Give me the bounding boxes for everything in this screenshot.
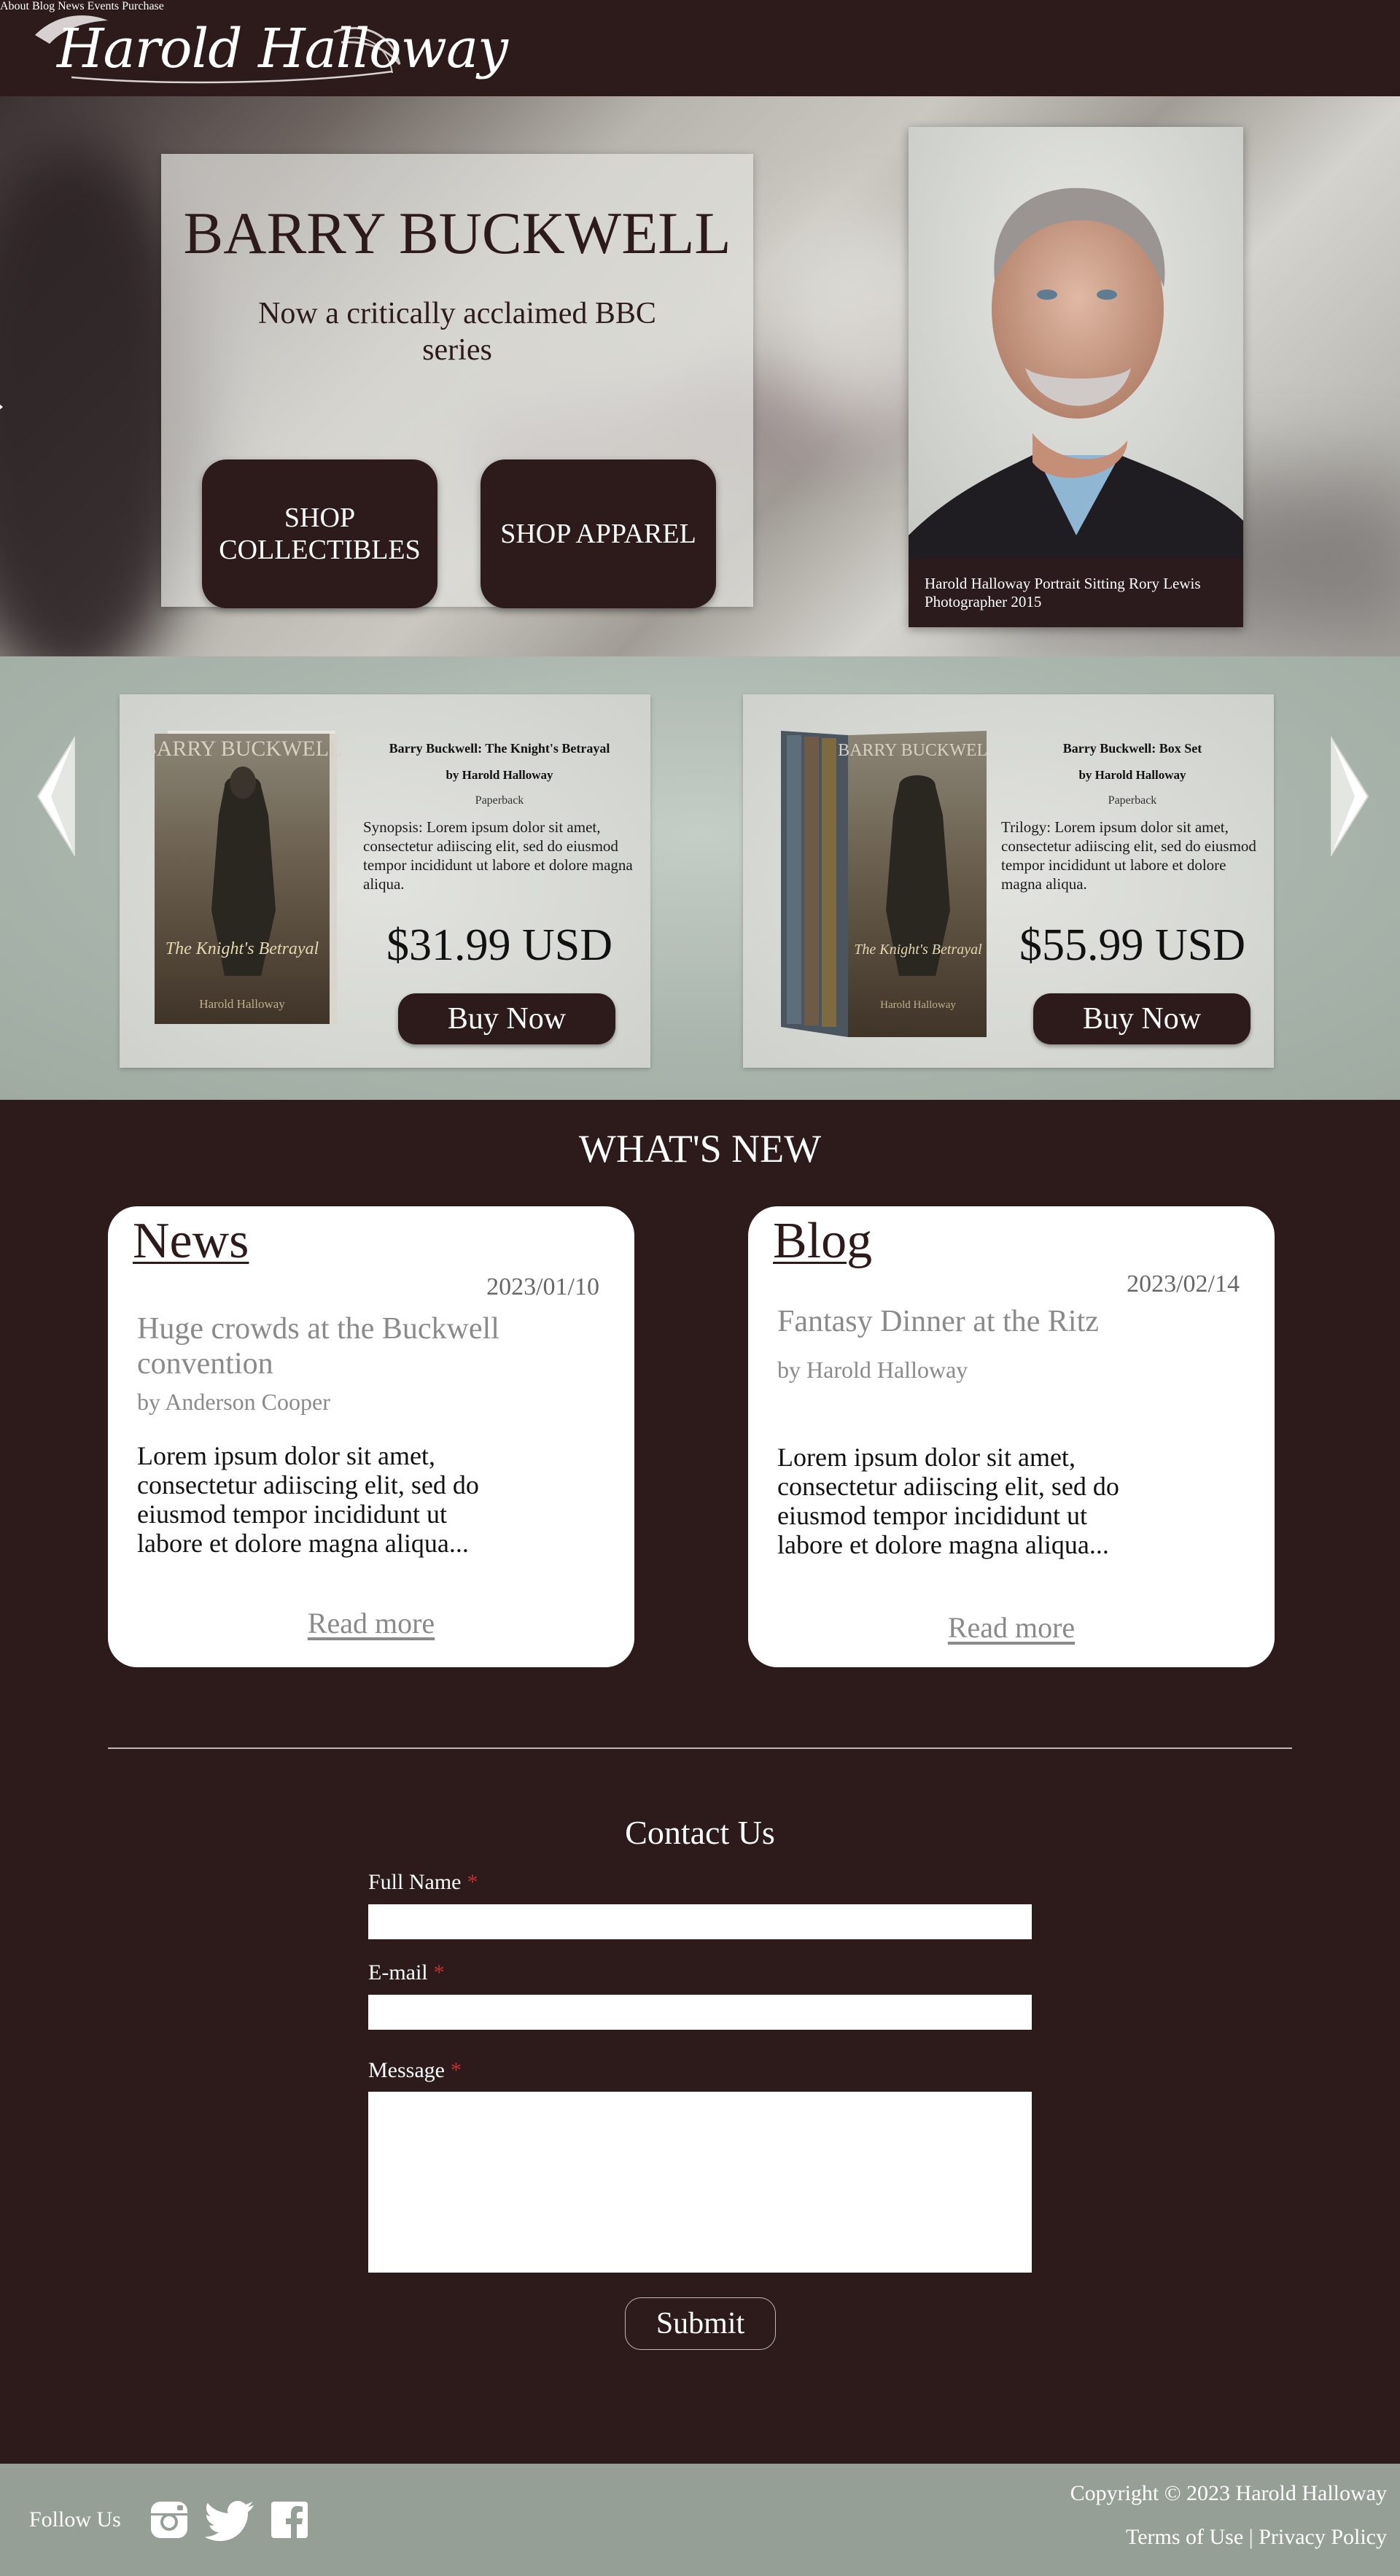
book-title: Barry Buckwell: Box Set [1062,741,1202,756]
full-name-field[interactable] [368,1904,1032,1939]
news-date: 2023/01/10 [486,1273,599,1300]
chevron-right-icon[interactable] [1329,737,1369,856]
footer-separator: | [1248,2525,1253,2549]
hero-title: BARRY BUCKWELL [183,200,731,266]
author-portrait: Harold Halloway Portrait Sitting Rory Le… [909,127,1243,627]
email-field[interactable] [368,1995,1032,2030]
chevron-left-icon[interactable] [36,737,77,856]
hero-banner: BARRY BUCKWELL Now a critically acclaime… [0,96,1400,656]
book-card: BARRY BUCKWELL The Knight's Betrayal Har… [743,694,1274,1068]
copyright-text: Copyright © 2023 Harold Halloway [1070,2481,1387,2505]
site-logo[interactable]: Harold Halloway [28,6,508,92]
section-divider [108,1747,1292,1749]
hero-subtitle: Now a critically acclaimed BBC series [258,297,656,367]
shop-collectibles-button[interactable]: SHOP COLLECTIBLES [202,459,438,608]
submit-button[interactable]: Submit [625,2297,776,2350]
news-headline[interactable]: Huge crowds at the Buckwell convention [137,1311,575,1381]
follow-us-label: Follow Us [29,2507,121,2532]
read-more-link[interactable]: Read more [108,1606,634,1640]
hero-promo-card: BARRY BUCKWELL Now a critically acclaime… [161,154,753,608]
contact-heading: Contact Us [625,1814,775,1851]
book-cover-image[interactable]: BARRY BUCKWELL The Knight's Betrayal Har… [775,728,987,1040]
facebook-icon[interactable] [270,2500,309,2540]
cover-author: Harold Halloway [880,999,956,1011]
book-format: Paperback [1108,794,1157,807]
cover-title: BARRY BUCKWELL [838,741,987,760]
book-title: Barry Buckwell: The Knight's Betrayal [389,741,610,756]
portrait-photo [909,127,1243,627]
site-footer: Follow Us Copyright © 2023 Harold Hallow… [0,2464,1400,2576]
footer-links: Terms of Use | Privacy Policy [1126,2525,1387,2550]
blog-byline: by Harold Halloway [777,1357,968,1383]
blog-link[interactable]: Blog [773,1212,872,1270]
required-marker: * [450,2058,462,2082]
required-marker: * [433,1960,445,1985]
cover-subtitle: The Knight's Betrayal [166,939,319,958]
portrait-caption: Harold Halloway Portrait Sitting Rory Le… [909,559,1243,627]
blog-excerpt: Lorem ipsum dolor sit amet, consectetur … [777,1443,1119,1559]
logo-text: Harold Halloway [57,18,508,80]
book-card: BARRY BUCKWELL The Knight's Betrayal Har… [120,694,650,1068]
terms-of-use-link[interactable]: Terms of Use [1126,2525,1243,2549]
chevron-right-icon[interactable] [0,400,4,414]
contact-section: Contact Us Full Name * E-mail * Message * S… [0,1734,1400,2464]
full-name-label: Full Name * [368,1870,478,1894]
shop-apparel-button[interactable]: SHOP APPAREL [481,459,716,608]
book-format: Paperback [475,794,524,807]
privacy-policy-link[interactable]: Privacy Policy [1259,2525,1387,2549]
blog-card: Blog 2023/02/14 Fantasy Dinner at the Ri… [748,1206,1275,1667]
book-author: by Harold Halloway [446,768,553,782]
news-byline: by Anderson Cooper [137,1389,330,1415]
message-field[interactable] [368,2092,1032,2273]
news-excerpt: Lorem ipsum dolor sit amet, consectetur … [137,1441,479,1558]
buy-now-button[interactable]: Buy Now [398,993,615,1044]
site-header: Harold Halloway About Blog News Events P… [0,0,1400,96]
read-more-link[interactable]: Read more [748,1610,1275,1645]
book-cover-image[interactable]: BARRY BUCKWELL The Knight's Betrayal Har… [152,728,356,1037]
required-marker: * [467,1870,478,1894]
news-card: News 2023/01/10 Huge crowds at the Buckw… [108,1206,634,1667]
book-author: by Harold Halloway [1078,768,1186,782]
book-synopsis: Trilogy: Lorem ipsum dolor sit amet, con… [1001,818,1256,893]
cover-title: BARRY BUCKWELL [152,737,342,761]
book-details: Barry Buckwell: Box Set by Harold Hallow… [1001,741,1264,971]
cover-subtitle: The Knight's Betrayal [854,942,982,958]
section-heading: WHAT'S NEW [578,1127,822,1171]
email-label: E-mail * [368,1960,445,1985]
blog-headline[interactable]: Fantasy Dinner at the Ritz [777,1304,1215,1339]
book-price: $31.99 USD [386,920,613,970]
instagram-icon[interactable] [149,2500,189,2540]
buy-now-button[interactable]: Buy Now [1033,993,1251,1044]
cover-author: Harold Halloway [199,997,285,1011]
news-link[interactable]: News [133,1212,249,1270]
book-price: $55.99 USD [1019,920,1246,970]
message-label: Message * [368,2058,462,2082]
book-synopsis: Synopsis: Lorem ipsum dolor sit amet, co… [363,818,633,893]
books-carousel: BARRY BUCKWELL The Knight's Betrayal Har… [0,656,1400,1100]
book-details: Barry Buckwell: The Knight's Betrayal by… [363,741,636,971]
nav-about[interactable]: About [0,0,29,12]
blog-date: 2023/02/14 [1127,1270,1240,1297]
whats-new-section: WHAT'S NEW News 2023/01/10 Huge crowds a… [0,1100,1400,1734]
